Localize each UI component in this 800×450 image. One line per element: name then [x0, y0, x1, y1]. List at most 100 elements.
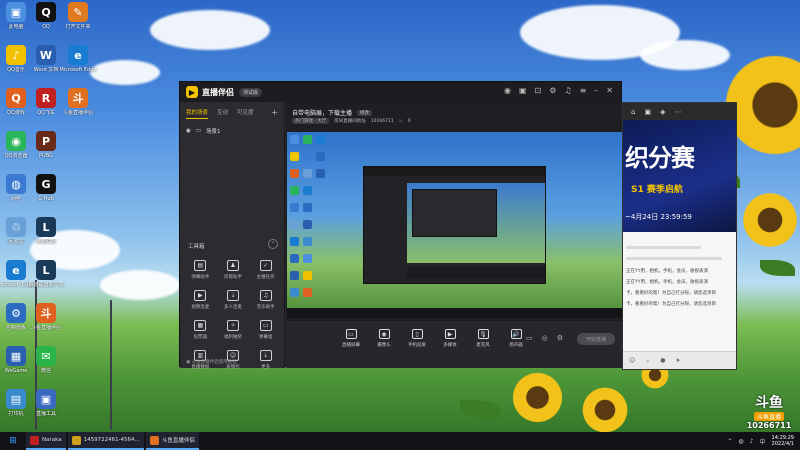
preview-nested-window	[363, 166, 546, 284]
close-icon[interactable]: ✕	[606, 86, 613, 95]
game-icon[interactable]: ◈	[660, 108, 665, 116]
chevron-down-icon[interactable]: ⌄	[645, 357, 650, 364]
app-icon: ⚙	[6, 303, 26, 323]
taskbar-item-label: 斗鱼直播伴侣	[161, 438, 195, 444]
record-icon[interactable]: ◎	[542, 334, 548, 342]
tool-icon[interactable]: ▣	[644, 108, 651, 116]
source-icon: ▭	[345, 329, 357, 339]
ime-icon[interactable]: 中	[760, 437, 766, 446]
version-badge[interactable]: 测试版	[239, 87, 263, 97]
app-icon: W	[36, 45, 56, 65]
tool-item[interactable]: ▶ 视频连麦	[184, 290, 217, 310]
tool-label: 更多	[261, 365, 271, 370]
taskbar-item[interactable]: 1459722461-4564...	[67, 432, 144, 450]
app-name: 直播伴侣	[202, 87, 234, 97]
title-bar: ▶ 直播伴侣 测试版 ◉ ▣ ⊡ ⚙ ♫ ≡ – ✕	[180, 82, 621, 102]
desktop-icon-label: 斗鱼直播伴侣	[62, 110, 93, 116]
fire-icon: ♨	[398, 118, 403, 124]
app-icon: ▣	[36, 389, 56, 409]
room-link[interactable]: 房间直播间地址	[334, 118, 366, 124]
category-tag[interactable]: 热门游戏 · 大厅	[292, 118, 330, 124]
tray-chevron-icon[interactable]: ⌃	[727, 438, 732, 445]
tool-item[interactable]: ⇣ 多人连麦	[217, 290, 250, 310]
windows-start-icon[interactable]: ⊞	[0, 432, 26, 450]
tab-visibility[interactable]: 可见度	[237, 108, 254, 119]
taskbar-item[interactable]: 斗鱼直播伴侣	[145, 432, 199, 450]
lock-icon[interactable]: ⊡	[535, 86, 542, 95]
source-button[interactable]: ▯ 手机投屏	[406, 329, 428, 348]
settings-icon[interactable]: ⚙	[549, 86, 556, 95]
tool-item[interactable]: ▦ 投票器	[184, 320, 217, 340]
preview-mini-icon	[316, 169, 325, 178]
start-live-button[interactable]: 开始直播	[577, 333, 615, 345]
menu-icon[interactable]: ≡	[580, 86, 587, 95]
desktop-icon[interactable]: 斗斗鱼直播伴侣	[27, 303, 65, 331]
desktop-icon[interactable]: ✎ 打开文件夹	[59, 2, 97, 30]
toolbox-collapse-icon[interactable]: ⌃	[268, 239, 278, 249]
home-icon[interactable]: ⌂	[631, 108, 635, 116]
tool-item[interactable]: ▭ 弹幕墙	[249, 320, 282, 340]
edit-title-button[interactable]: 修改	[357, 109, 373, 116]
desktop-icon[interactable]: ✉ 微信	[27, 346, 65, 374]
body-line: 卡，看看好的帮！为自己打分呀，请您选项目	[626, 291, 716, 296]
minimize-icon[interactable]: –	[594, 86, 598, 95]
watermark: 斗鱼 斗鱼直播 10266711	[744, 392, 794, 430]
app-icon: P	[36, 131, 56, 151]
gift-icon[interactable]: ▣	[519, 86, 527, 95]
source-button[interactable]: ▶ 多媒体	[439, 329, 461, 348]
desktop-icon[interactable]: P PUBG	[27, 131, 65, 159]
preview-mini-icon	[303, 186, 312, 195]
tool-label: 弹幕助手	[191, 275, 210, 280]
emoji-icon[interactable]: ☺	[629, 357, 635, 364]
tool-item[interactable]: ⇣ 更多	[249, 350, 282, 370]
network-icon[interactable]: ◍	[738, 438, 743, 445]
desktop-icon[interactable]: 斗斗鱼直播伴侣	[59, 88, 97, 116]
source-button[interactable]: ▭ 直播屏幕	[340, 329, 362, 348]
clock[interactable]: 14:29:29 2022/4/1	[772, 435, 794, 447]
taskbar-item[interactable]: Naraka	[26, 432, 66, 450]
app-icon: ▦	[6, 346, 26, 366]
banner-sub: 赛季启航	[646, 185, 683, 195]
preview-mini-icon	[303, 254, 312, 263]
app-icon: ♪	[6, 45, 26, 65]
tool-item[interactable]: ▤ 弹幕助手	[184, 260, 217, 280]
camera-icon[interactable]: ▭	[526, 334, 533, 342]
source-button[interactable]: 🎙 麦克风	[472, 329, 494, 348]
source-button[interactable]: ◉ 摄像头	[373, 329, 395, 348]
desktop-icon[interactable]: L 英雄联盟客户端	[27, 260, 65, 288]
source-label: 摄像头	[377, 343, 391, 348]
scene-item[interactable]: ◉ ▭ 场景1	[186, 127, 278, 135]
gear-icon[interactable]: ⚙	[557, 334, 563, 342]
desktop-icon[interactable]: G G Hub	[27, 174, 65, 202]
tab-interact[interactable]: 互动	[217, 108, 228, 119]
desktop-icon[interactable]: e Microsoft Edge	[59, 45, 97, 73]
send-icon[interactable]: ➤	[676, 357, 681, 364]
event-banner[interactable]: 织分赛 S1 赛季启航 ~4月24日 23:59:59	[623, 120, 736, 232]
add-scene-icon[interactable]: +	[271, 108, 278, 119]
clock-date: 2022/4/1	[771, 441, 794, 447]
tool-item[interactable]: ♟ 房管助手	[217, 260, 250, 280]
left-panel: 我的场景 互动 可见度 + ◉ ▭ 场景1 工具箱 ⌃ ▤ 弹幕助手 ♟ 房管助手 ✓ 主…	[180, 102, 285, 370]
tool-item[interactable]: ♫ 音乐助手	[249, 290, 282, 310]
avatar[interactable]: ◉	[504, 86, 511, 95]
eye-icon[interactable]: ◉	[186, 128, 191, 134]
preview-mini-icon	[303, 220, 312, 229]
desktop-icon[interactable]: L 英雄联盟	[27, 217, 65, 245]
tool-item[interactable]: ✧ 福利抽奖	[217, 320, 250, 340]
tab-scenes[interactable]: 我的场景	[186, 108, 209, 119]
bell-icon[interactable]: ♫	[564, 86, 571, 95]
tutorial-link[interactable]: ▣ 斗鱼直播伴侣使用教程	[186, 359, 237, 365]
watermark-brand: 斗鱼	[755, 395, 783, 411]
source-button[interactable]: 🔊 扬声器	[505, 329, 527, 348]
browser-toolbar: ⌂ ▣ ◈ ⋯	[623, 103, 736, 120]
more-icon[interactable]: ⋯	[674, 108, 681, 116]
volume-icon[interactable]: ♪	[750, 438, 754, 445]
mic-icon[interactable]: ●	[660, 357, 665, 364]
tool-icon: ♟	[226, 260, 239, 271]
desktop-icon[interactable]: ▣ 直播工具	[27, 389, 65, 417]
source-label: 扬声器	[509, 343, 523, 348]
app-icon: e	[6, 260, 26, 280]
stream-preview[interactable]	[287, 132, 622, 318]
tool-item[interactable]: ✓ 主播任务	[249, 260, 282, 280]
desktop-icon-label: 直播工具	[35, 411, 56, 417]
